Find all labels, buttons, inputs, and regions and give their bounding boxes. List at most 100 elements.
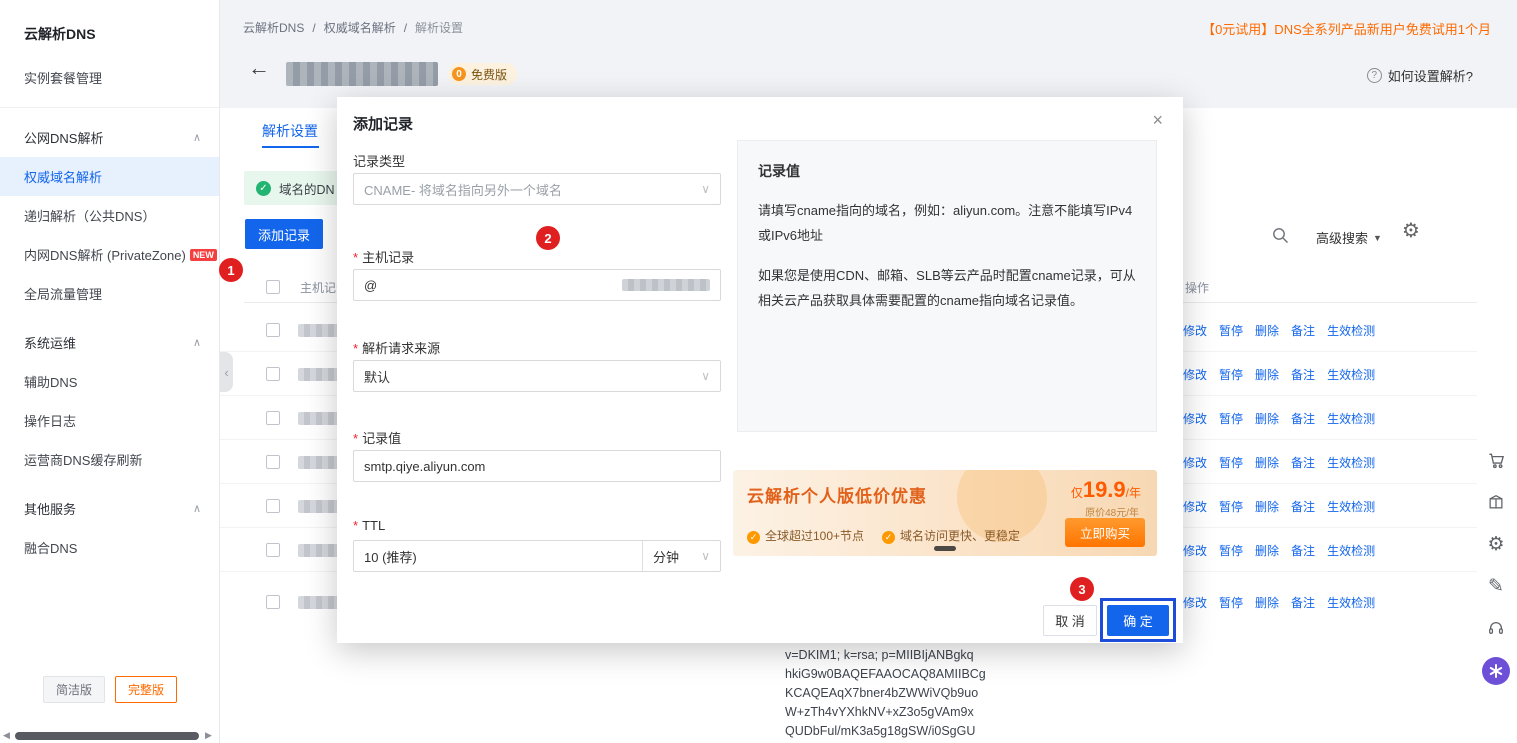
remark-link[interactable]: 备注 bbox=[1291, 366, 1315, 383]
pause-link[interactable]: 暂停 bbox=[1219, 594, 1243, 611]
sidebar-item-hybrid-dns[interactable]: 融合DNS bbox=[0, 528, 219, 567]
row-checkbox[interactable] bbox=[266, 499, 280, 513]
row-checkbox[interactable] bbox=[266, 323, 280, 337]
record-value-input[interactable]: smtp.qiye.aliyun.com bbox=[353, 450, 721, 482]
row-checkbox[interactable] bbox=[266, 367, 280, 381]
cancel-button[interactable]: 取 消 bbox=[1043, 605, 1097, 636]
resolve-line-select[interactable]: 默认 ∨ bbox=[353, 360, 721, 392]
pause-link[interactable]: 暂停 bbox=[1219, 410, 1243, 427]
search-icon[interactable] bbox=[1272, 227, 1289, 247]
sidebar-group-public-dns[interactable]: 公网DNS解析 ∧ bbox=[0, 118, 219, 157]
assistant-logo-icon[interactable] bbox=[1482, 657, 1510, 685]
step-badge-1: 1 bbox=[219, 258, 243, 282]
promo-banner: 云解析个人版低价优惠 仅 19.9 /年 原价48元/年 ✓全球超过100+节点… bbox=[733, 470, 1157, 556]
effect-check-link[interactable]: 生效检测 bbox=[1327, 542, 1375, 559]
delete-link[interactable]: 删除 bbox=[1255, 410, 1279, 427]
add-record-modal: 添加记录 × 记录类型 CNAME- 将域名指向另外一个域名 ∨ *主机记录 @… bbox=[337, 97, 1183, 643]
sidebar-item-authoritative-dns[interactable]: 权威域名解析 bbox=[0, 157, 219, 196]
sidebar-item-isp-cache-refresh[interactable]: 运营商DNS缓存刷新 bbox=[0, 440, 219, 479]
chevron-down-icon: ∨ bbox=[701, 182, 710, 196]
record-type-select[interactable]: CNAME- 将域名指向另外一个域名 ∨ bbox=[353, 173, 721, 205]
add-record-button[interactable]: 添加记录 bbox=[245, 219, 323, 249]
pause-link[interactable]: 暂停 bbox=[1219, 542, 1243, 559]
ttl-unit-select[interactable]: 分钟 ∨ bbox=[642, 541, 720, 571]
effect-check-link[interactable]: 生效检测 bbox=[1327, 322, 1375, 339]
table-settings-gear-icon[interactable]: ⚙ bbox=[1402, 221, 1420, 241]
remark-link[interactable]: 备注 bbox=[1291, 542, 1315, 559]
scroll-right-icon[interactable]: ▶ bbox=[205, 730, 212, 741]
caret-down-icon: ▼ bbox=[1373, 233, 1382, 243]
cart-icon[interactable] bbox=[1483, 447, 1509, 473]
modify-link[interactable]: 修改 bbox=[1183, 498, 1207, 515]
effect-check-link[interactable]: 生效检测 bbox=[1327, 594, 1375, 611]
pencil-icon[interactable]: ✎ bbox=[1483, 573, 1509, 599]
delete-link[interactable]: 删除 bbox=[1255, 594, 1279, 611]
sidebar-item-recursive-dns[interactable]: 递归解析（公共DNS） bbox=[0, 196, 219, 235]
sidebar-item-private-zone[interactable]: 内网DNS解析 (PrivateZone)NEW bbox=[0, 235, 219, 274]
row-checkbox[interactable] bbox=[266, 455, 280, 469]
delete-link[interactable]: 删除 bbox=[1255, 542, 1279, 559]
support-headset-icon[interactable] bbox=[1483, 615, 1509, 641]
tab-active-underline bbox=[262, 146, 319, 148]
sidebar-group-other-services[interactable]: 其他服务 ∧ bbox=[0, 489, 219, 528]
delete-link[interactable]: 删除 bbox=[1255, 322, 1279, 339]
advanced-search-toggle[interactable]: 高级搜索 ▼ bbox=[1316, 228, 1382, 247]
full-version-button[interactable]: 完整版 bbox=[115, 676, 177, 703]
modify-link[interactable]: 修改 bbox=[1183, 542, 1207, 559]
chevron-left-icon: ‹ bbox=[224, 365, 228, 380]
row-checkbox[interactable] bbox=[266, 411, 280, 425]
sidebar-item-operation-logs[interactable]: 操作日志 bbox=[0, 401, 219, 440]
confirm-button[interactable]: 确 定 bbox=[1107, 605, 1169, 636]
ttl-input[interactable]: 10 (推荐) bbox=[354, 547, 642, 566]
banner-price: 仅 19.9 /年 bbox=[1071, 477, 1141, 503]
delete-link[interactable]: 删除 bbox=[1255, 454, 1279, 471]
tab-resolve-settings[interactable]: 解析设置 bbox=[262, 121, 318, 141]
row-actions: 修改暂停删除备注生效检测 bbox=[1183, 542, 1375, 559]
back-arrow-icon[interactable]: ← bbox=[248, 57, 270, 79]
select-all-checkbox[interactable] bbox=[266, 280, 280, 294]
remark-link[interactable]: 备注 bbox=[1291, 410, 1315, 427]
buy-now-button[interactable]: 立即购买 bbox=[1065, 518, 1145, 547]
sidebar-item-gtm[interactable]: 全局流量管理 bbox=[0, 274, 219, 313]
breadcrumb-dns[interactable]: 云解析DNS bbox=[243, 19, 304, 36]
row-actions: 修改暂停删除备注生效检测 bbox=[1183, 366, 1375, 383]
effect-check-link[interactable]: 生效检测 bbox=[1327, 410, 1375, 427]
sidebar-item-secondary-dns[interactable]: 辅助DNS bbox=[0, 362, 219, 401]
row-checkbox[interactable] bbox=[266, 543, 280, 557]
remark-link[interactable]: 备注 bbox=[1291, 322, 1315, 339]
modify-link[interactable]: 修改 bbox=[1183, 366, 1207, 383]
host-record-input[interactable]: @ bbox=[353, 269, 721, 301]
delete-link[interactable]: 删除 bbox=[1255, 366, 1279, 383]
close-icon[interactable]: × bbox=[1152, 111, 1163, 129]
effect-check-link[interactable]: 生效检测 bbox=[1327, 366, 1375, 383]
modify-link[interactable]: 修改 bbox=[1183, 594, 1207, 611]
free-trial-promo-link[interactable]: 【0元试用】DNS全系列产品新用户免费试用1个月 bbox=[1202, 19, 1491, 38]
pause-link[interactable]: 暂停 bbox=[1219, 322, 1243, 339]
effect-check-link[interactable]: 生效检测 bbox=[1327, 454, 1375, 471]
modify-link[interactable]: 修改 bbox=[1183, 454, 1207, 471]
remark-link[interactable]: 备注 bbox=[1291, 594, 1315, 611]
simple-version-button[interactable]: 简洁版 bbox=[43, 676, 105, 703]
scrollbar-thumb[interactable] bbox=[15, 732, 199, 740]
gear-icon[interactable]: ⚙ bbox=[1483, 531, 1509, 557]
scroll-left-icon[interactable]: ◀ bbox=[3, 730, 10, 741]
package-icon[interactable] bbox=[1483, 489, 1509, 515]
sidebar-item-instance-packages[interactable]: 实例套餐管理 bbox=[0, 58, 219, 97]
sidebar-group-system-ops[interactable]: 系统运维 ∧ bbox=[0, 323, 219, 362]
sidebar-collapse-handle[interactable]: ‹ bbox=[220, 352, 233, 392]
how-to-configure-link[interactable]: ? 如何设置解析? bbox=[1367, 66, 1473, 85]
sidebar-version-toggle: 简洁版 完整版 bbox=[0, 676, 220, 703]
modify-link[interactable]: 修改 bbox=[1183, 322, 1207, 339]
pause-link[interactable]: 暂停 bbox=[1219, 366, 1243, 383]
row-actions: 修改暂停删除备注生效检测 bbox=[1183, 454, 1375, 471]
success-check-icon: ✓ bbox=[256, 181, 271, 196]
remark-link[interactable]: 备注 bbox=[1291, 498, 1315, 515]
breadcrumb-authoritative[interactable]: 权威域名解析 bbox=[324, 19, 396, 36]
modify-link[interactable]: 修改 bbox=[1183, 410, 1207, 427]
pause-link[interactable]: 暂停 bbox=[1219, 454, 1243, 471]
row-checkbox[interactable] bbox=[266, 595, 280, 609]
effect-check-link[interactable]: 生效检测 bbox=[1327, 498, 1375, 515]
pause-link[interactable]: 暂停 bbox=[1219, 498, 1243, 515]
remark-link[interactable]: 备注 bbox=[1291, 454, 1315, 471]
delete-link[interactable]: 删除 bbox=[1255, 498, 1279, 515]
